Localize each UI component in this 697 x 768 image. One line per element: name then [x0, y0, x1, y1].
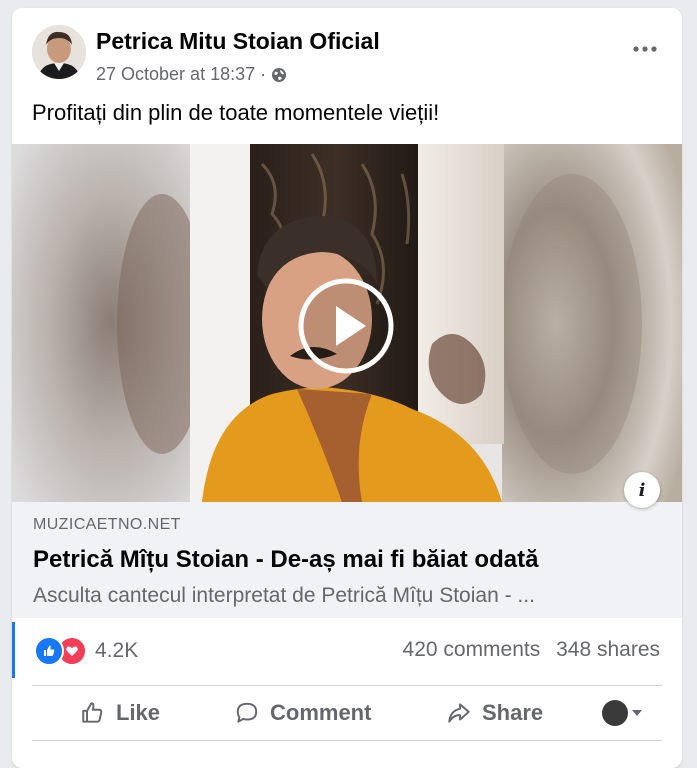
meta-separator: ·: [260, 64, 267, 84]
post-meta: 27 October at 18:37 ·: [96, 64, 287, 85]
page-name-link[interactable]: Petrica Mitu Stoian Oficial: [96, 28, 380, 55]
globe-icon: [272, 67, 287, 82]
reaction-count: 4.2K: [95, 639, 139, 662]
post-header: Petrica Mitu Stoian Oficial 27 October a…: [12, 8, 682, 88]
chevron-down-icon: [632, 710, 642, 716]
like-button[interactable]: Like: [80, 688, 160, 738]
link-domain: MUZICAETNO.NET: [33, 516, 181, 533]
post-card: Petrica Mitu Stoian Oficial 27 October a…: [12, 8, 682, 768]
reactions-summary[interactable]: 4.2K: [34, 636, 138, 666]
comment-button[interactable]: Comment: [234, 688, 371, 738]
comment-label: Comment: [270, 700, 372, 725]
comment-icon: [236, 702, 258, 723]
share-icon: [448, 703, 470, 723]
link-description: Asculta cantecul interpretat de Petrică …: [33, 584, 535, 607]
post-caption: Profitați din plin de toate momentele vi…: [32, 100, 440, 125]
like-label: Like: [116, 700, 161, 725]
post-timestamp[interactable]: 27 October at 18:37: [96, 64, 255, 85]
more-options-icon[interactable]: [630, 36, 660, 62]
engagement-stats: 4.2K 420 comments 348 shares: [12, 628, 682, 678]
shares-count-link[interactable]: 348 shares: [556, 638, 660, 661]
info-icon[interactable]: i: [624, 472, 660, 508]
share-label: Share: [482, 700, 544, 725]
like-icon: [34, 636, 64, 666]
stats-divider: [32, 685, 662, 686]
comments-count-link[interactable]: 420 comments: [403, 638, 541, 661]
link-preview[interactable]: i MUZICAETNO.NET Petrică Mîțu Stoian - D…: [12, 472, 682, 618]
play-icon[interactable]: [296, 276, 396, 376]
link-title[interactable]: Petrică Mîțu Stoian - De-aș mai fi băiat…: [33, 546, 538, 574]
video-player[interactable]: [12, 144, 682, 502]
comment-share-counts: 420 comments 348 shares: [403, 638, 660, 662]
share-button[interactable]: Share: [446, 688, 543, 738]
thumbs-up-icon: [82, 702, 103, 723]
viewer-avatar: [602, 700, 628, 726]
reaction-identity-selector[interactable]: [602, 688, 642, 738]
action-bar: Like Comment Share: [32, 688, 662, 738]
page-avatar[interactable]: [32, 25, 86, 79]
actions-divider: [32, 740, 662, 741]
